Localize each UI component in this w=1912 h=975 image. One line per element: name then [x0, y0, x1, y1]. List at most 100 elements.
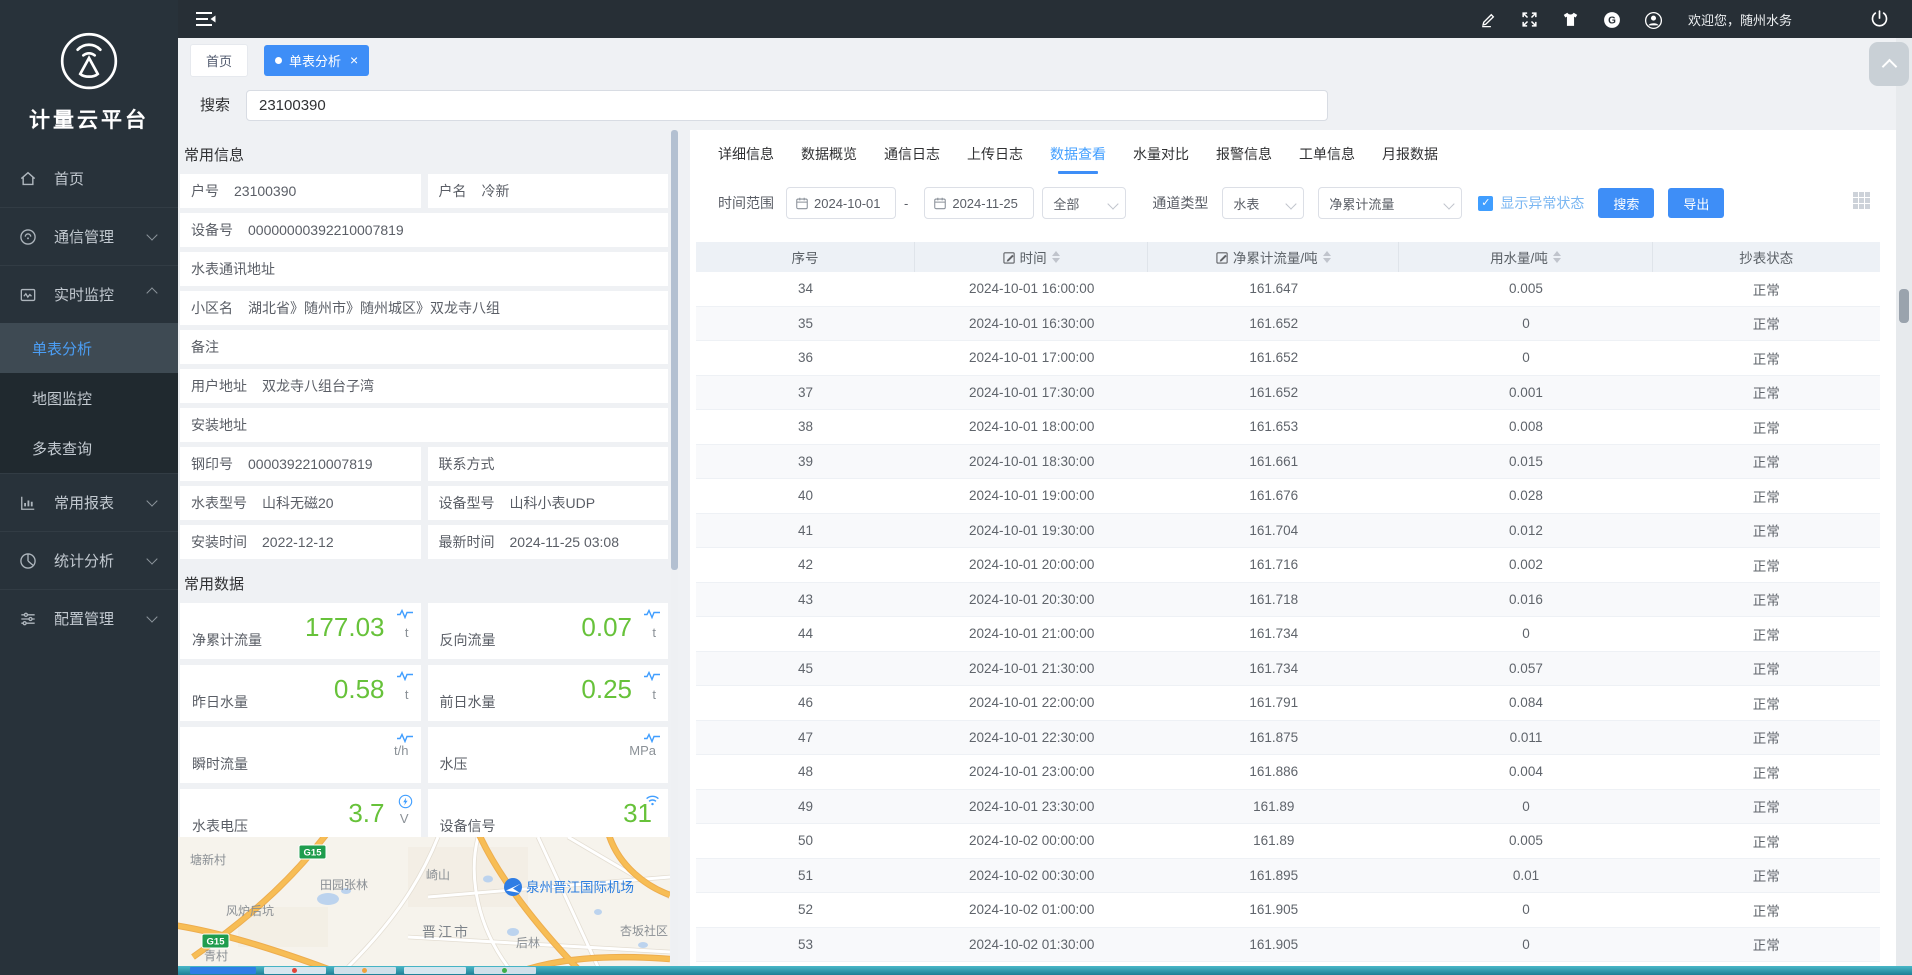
- column-header-seq[interactable]: 序号: [696, 242, 915, 272]
- table-row[interactable]: 42 2024-10-01 20:00:00 161.716 0.002 正常: [696, 548, 1880, 583]
- location-map[interactable]: G15 G15 塘新村 田园张林 崎山 风炉后坑 晋江市 后林 杏坂社区 青村: [178, 837, 670, 967]
- user-avatar-icon[interactable]: [1643, 10, 1662, 29]
- field-community: 小区名 湖北省》随州市》随州城区》双龙寺八组: [180, 291, 668, 325]
- detail-tab[interactable]: 工单信息: [1299, 144, 1355, 174]
- granularity-select[interactable]: 全部: [1042, 187, 1126, 219]
- sidebar-item-common-reports[interactable]: 常用报表: [0, 473, 178, 531]
- cell-status: 正常: [1653, 658, 1880, 678]
- svg-text:G15: G15: [304, 848, 323, 859]
- tab-home[interactable]: 首页: [190, 44, 248, 77]
- left-panel-scrollbar[interactable]: [671, 130, 678, 967]
- date-from-input[interactable]: 2024-10-01: [786, 187, 896, 219]
- sort-icon[interactable]: [1323, 251, 1331, 263]
- edit-pencil-icon[interactable]: [1479, 10, 1498, 29]
- channel-type-select[interactable]: 水表: [1222, 187, 1304, 219]
- date-to-input[interactable]: 2024-11-25: [924, 187, 1034, 219]
- detail-tab[interactable]: 月报数据: [1382, 144, 1438, 174]
- column-settings-grid-icon[interactable]: [1853, 192, 1870, 209]
- table-row[interactable]: 43 2024-10-01 20:30:00 161.718 0.016 正常: [696, 583, 1880, 618]
- fullscreen-icon[interactable]: [1520, 10, 1539, 29]
- top-header: G 欢迎您，随州水务: [178, 0, 1912, 38]
- table-row[interactable]: 53 2024-10-02 01:30:00 161.905 0 正常: [696, 928, 1880, 963]
- table-row[interactable]: 51 2024-10-02 00:30:00 161.895 0.01 正常: [696, 859, 1880, 894]
- column-header-status[interactable]: 抄表状态: [1653, 242, 1880, 272]
- abnormal-status-checkbox[interactable]: ✓: [1478, 196, 1493, 211]
- table-row[interactable]: 49 2024-10-01 23:30:00 161.89 0 正常: [696, 790, 1880, 825]
- sidebar-item-single-meter-analysis[interactable]: 单表分析: [0, 323, 178, 373]
- sidebar-item-communication[interactable]: 通信管理: [0, 207, 178, 265]
- table-row[interactable]: 36 2024-10-01 17:00:00 161.652 0 正常: [696, 341, 1880, 376]
- column-header-usage[interactable]: 用水量/吨: [1399, 242, 1652, 272]
- scrollbar-thumb[interactable]: [671, 130, 678, 570]
- table-row[interactable]: 41 2024-10-01 19:30:00 161.704 0.012 正常: [696, 514, 1880, 549]
- taskbar-window[interactable]: [404, 967, 466, 974]
- cell-net-flow: 161.886: [1148, 764, 1399, 779]
- cell-usage: 0: [1399, 316, 1652, 331]
- taskbar-window[interactable]: [264, 967, 326, 974]
- table-row[interactable]: 37 2024-10-01 17:30:00 161.652 0.001 正常: [696, 376, 1880, 411]
- cell-net-flow: 161.647: [1148, 281, 1399, 296]
- table-row[interactable]: 39 2024-10-01 18:30:00 161.661 0.015 正常: [696, 445, 1880, 480]
- sort-icon[interactable]: [1052, 251, 1060, 263]
- table-row[interactable]: 45 2024-10-01 21:30:00 161.734 0.057 正常: [696, 652, 1880, 687]
- table-header: 序号 时间 净累计流量/吨 用水量/吨 抄表状态: [696, 242, 1880, 272]
- detail-tab[interactable]: 报警信息: [1216, 144, 1272, 174]
- cell-time: 2024-10-01 22:00:00: [915, 695, 1148, 710]
- table-row[interactable]: 47 2024-10-01 22:30:00 161.875 0.011 正常: [696, 721, 1880, 756]
- cell-net-flow: 161.905: [1148, 902, 1399, 917]
- table-row[interactable]: 35 2024-10-01 16:30:00 161.652 0 正常: [696, 307, 1880, 342]
- table-row[interactable]: 34 2024-10-01 16:00:00 161.647 0.005 正常: [696, 272, 1880, 307]
- page-scrollbar-gutter[interactable]: [1896, 38, 1912, 967]
- field-account-name: 户名 冷新: [428, 174, 669, 208]
- field-remark: 备注: [180, 330, 668, 364]
- column-header-time[interactable]: 时间: [915, 242, 1148, 272]
- sidebar-item-configuration[interactable]: 配置管理: [0, 589, 178, 647]
- table-row[interactable]: 38 2024-10-01 18:00:00 161.653 0.008 正常: [696, 410, 1880, 445]
- theme-shirt-icon[interactable]: [1561, 10, 1580, 29]
- detail-tab[interactable]: 水量对比: [1133, 144, 1189, 174]
- cell-seq: 36: [696, 350, 915, 365]
- search-button[interactable]: 搜索: [1598, 188, 1654, 218]
- taskbar-window[interactable]: [334, 967, 396, 974]
- sidebar-item-statistics[interactable]: 统计分析: [0, 531, 178, 589]
- taskbar-window[interactable]: [190, 967, 256, 974]
- column-header-net-flow[interactable]: 净累计流量/吨: [1148, 242, 1399, 272]
- chevron-down-icon: [1108, 198, 1119, 209]
- sidebar-item-multi-meter-query[interactable]: 多表查询: [0, 423, 178, 473]
- export-button[interactable]: 导出: [1668, 188, 1724, 218]
- detail-tab[interactable]: 详细信息: [718, 144, 774, 174]
- detail-tab[interactable]: 数据查看: [1050, 144, 1106, 174]
- power-logout-icon[interactable]: [1869, 8, 1890, 29]
- svg-text:G15: G15: [207, 937, 226, 948]
- sidebar-item-map-monitor[interactable]: 地图监控: [0, 373, 178, 423]
- table-row[interactable]: 52 2024-10-02 01:00:00 161.905 0 正常: [696, 893, 1880, 928]
- g-badge-icon[interactable]: G: [1602, 10, 1621, 29]
- sidebar-item-home[interactable]: 首页: [0, 150, 178, 207]
- table-row[interactable]: 44 2024-10-01 21:00:00 161.734 0 正常: [696, 617, 1880, 652]
- os-taskbar[interactable]: [178, 966, 1912, 975]
- cell-seq: 46: [696, 695, 915, 710]
- table-row[interactable]: 46 2024-10-01 22:00:00 161.791 0.084 正常: [696, 686, 1880, 721]
- detail-tab[interactable]: 通信日志: [884, 144, 940, 174]
- cell-seq: 34: [696, 281, 915, 296]
- table-row[interactable]: 48 2024-10-01 23:00:00 161.886 0.004 正常: [696, 755, 1880, 790]
- water-logo-icon: [0, 26, 178, 92]
- sidebar-item-realtime-monitor[interactable]: 实时监控: [0, 265, 178, 323]
- sort-icon[interactable]: [1553, 251, 1561, 263]
- table-row[interactable]: 40 2024-10-01 19:00:00 161.676 0.028 正常: [696, 479, 1880, 514]
- page-scrollbar-thumb[interactable]: [1899, 289, 1909, 323]
- cell-time: 2024-10-02 01:30:00: [915, 937, 1148, 952]
- detail-tab[interactable]: 上传日志: [967, 144, 1023, 174]
- tab-single-meter-analysis[interactable]: 单表分析 ×: [264, 45, 369, 76]
- abnormal-status-label[interactable]: 显示异常状态: [1500, 193, 1584, 213]
- detail-tab[interactable]: 数据概览: [801, 144, 857, 174]
- channel-metric-select[interactable]: 净累计流量: [1318, 187, 1462, 219]
- taskbar-window[interactable]: [474, 967, 536, 974]
- scroll-to-top-button[interactable]: [1869, 42, 1909, 86]
- cell-status: 正常: [1653, 900, 1880, 920]
- close-icon[interactable]: ×: [350, 55, 358, 65]
- search-input[interactable]: [246, 90, 1328, 121]
- collapse-menu-icon[interactable]: [194, 8, 218, 30]
- chevron-down-icon: [146, 611, 157, 622]
- table-row[interactable]: 50 2024-10-02 00:00:00 161.89 0.005 正常: [696, 824, 1880, 859]
